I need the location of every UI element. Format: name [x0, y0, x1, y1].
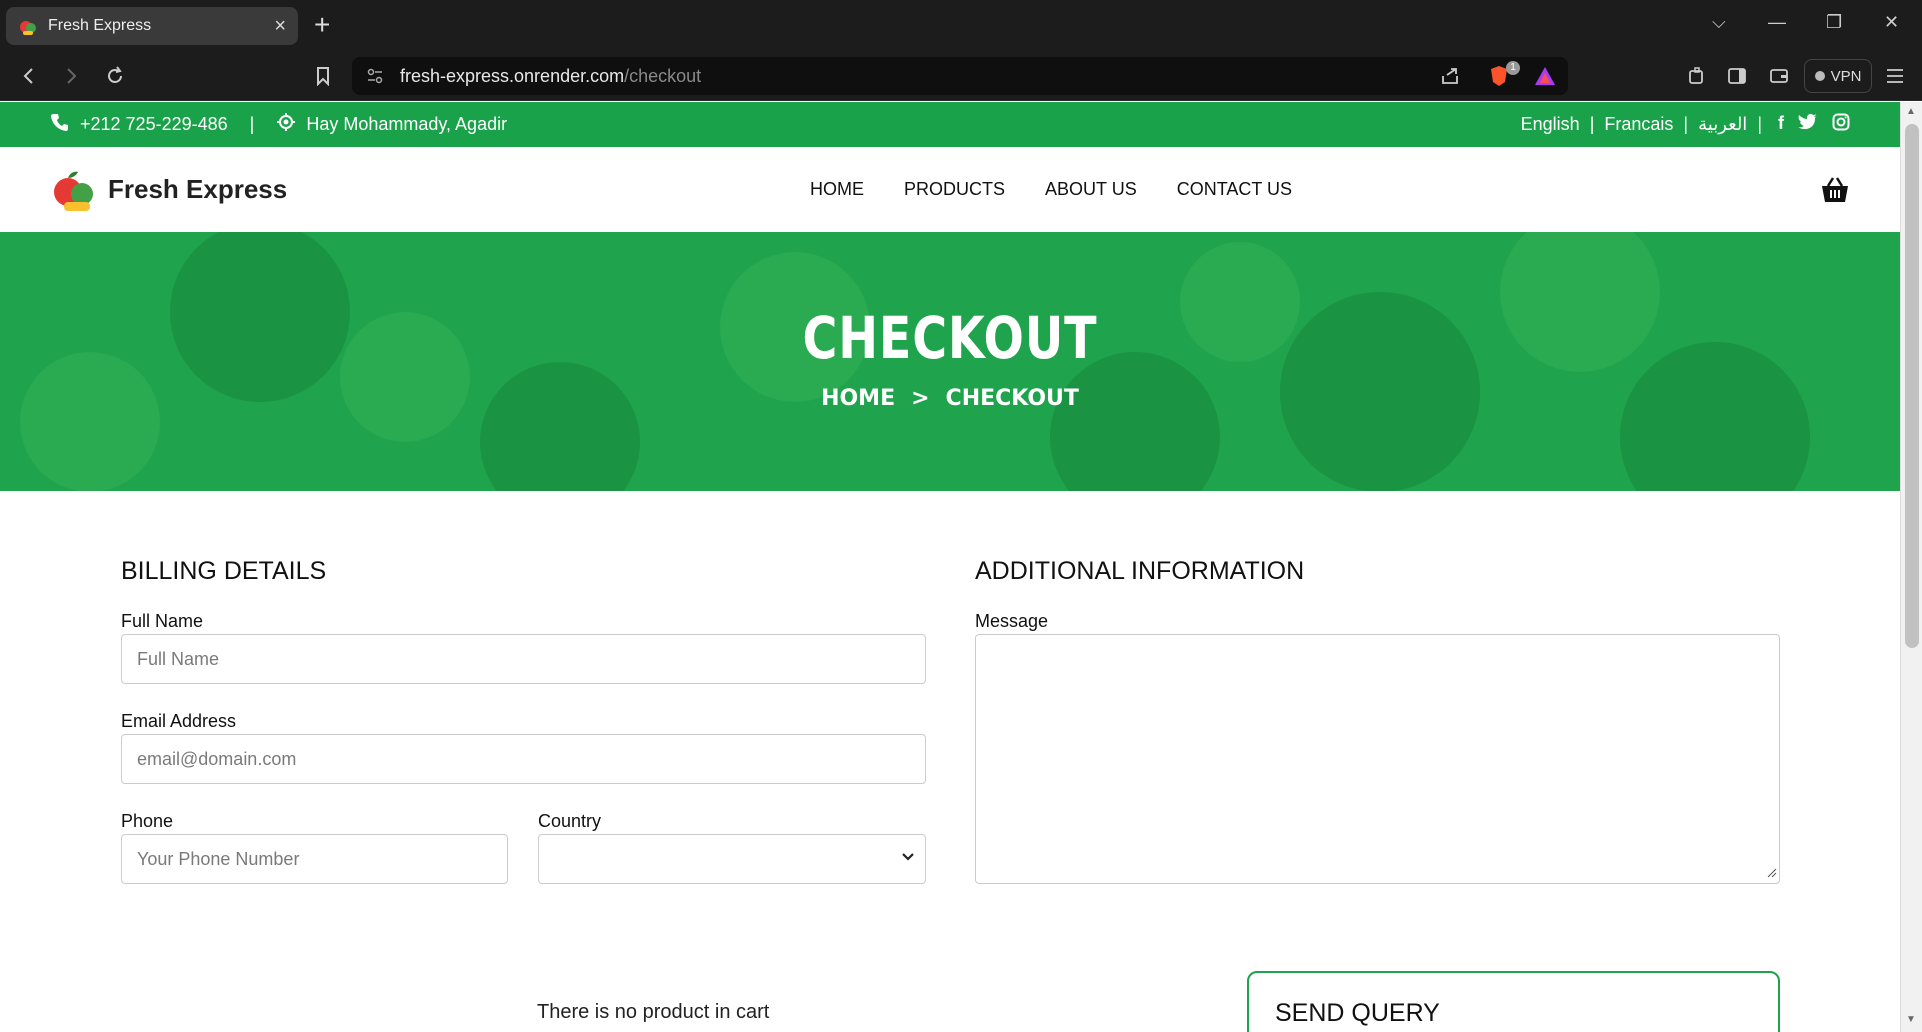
breadcrumb: HOME > CHECKOUT — [0, 386, 1900, 411]
bookmark-icon[interactable] — [310, 63, 336, 89]
instagram-icon[interactable] — [1832, 113, 1850, 136]
location-icon — [276, 112, 296, 137]
url-text: fresh-express.onrender.com/checkout — [400, 66, 701, 87]
url-host: fresh-express.onrender.com — [400, 66, 625, 86]
new-tab-icon[interactable]: + — [314, 10, 330, 40]
vpn-status-icon — [1814, 71, 1825, 81]
phone-link[interactable]: +212 725-229-486 — [80, 114, 228, 135]
top-info-bar: +212 725-229-486 | Hay Mohammady, Agadir… — [0, 102, 1900, 147]
restore-icon[interactable]: ❐ — [1826, 12, 1842, 33]
send-query-heading: SEND QUERY — [1275, 999, 1440, 1027]
brand-home-link[interactable]: Fresh Express — [50, 168, 287, 212]
browser-toolbar: fresh-express.onrender.com/checkout 1 VP… — [0, 51, 1922, 101]
twitter-icon[interactable] — [1798, 113, 1818, 136]
divider: | — [1589, 114, 1595, 134]
nav-contact-us[interactable]: CONTACT US — [1177, 179, 1292, 200]
brave-rewards-icon[interactable] — [1534, 65, 1556, 92]
breadcrumb-current: CHECKOUT — [945, 386, 1079, 411]
shield-count-badge: 1 — [1506, 61, 1520, 75]
share-icon[interactable] — [1440, 66, 1460, 91]
country-label: Country — [538, 811, 602, 831]
phone-input[interactable]: Your Phone Number — [121, 834, 508, 884]
nav-about-us[interactable]: ABOUT US — [1045, 179, 1137, 200]
site-settings-icon[interactable] — [366, 67, 384, 90]
back-icon[interactable] — [16, 63, 42, 89]
minimize-icon[interactable]: — — [1768, 12, 1786, 33]
nav-menu: HOME PRODUCTS ABOUT US CONTACT US — [810, 147, 1292, 232]
facebook-icon[interactable]: f — [1778, 113, 1784, 136]
scroll-up-icon[interactable]: ▲ — [1906, 106, 1916, 117]
email-label: Email Address — [121, 711, 237, 731]
language-francais[interactable]: Francais — [1604, 114, 1673, 135]
country-select[interactable] — [538, 834, 926, 884]
nav-products[interactable]: PRODUCTS — [904, 179, 1005, 200]
phone-icon — [50, 112, 70, 137]
address-bar[interactable]: fresh-express.onrender.com/checkout 1 — [352, 57, 1568, 95]
message-label: Message — [975, 611, 1049, 631]
checkout-content: BILLING DETAILS Full Name Full Name Emai… — [0, 491, 1900, 1032]
browser-tab-bar: Fresh Express × + ⌵ — ❐ ✕ — [0, 0, 1922, 51]
resize-handle-icon[interactable] — [1767, 868, 1777, 881]
breadcrumb-separator: > — [911, 386, 930, 411]
tab-list-chevron-icon[interactable]: ⌵ — [1712, 12, 1726, 33]
language-english[interactable]: English — [1521, 114, 1580, 135]
main-navbar: Fresh Express HOME PRODUCTS ABOUT US CON… — [0, 147, 1900, 232]
divider: | — [1683, 114, 1689, 134]
extensions-icon[interactable] — [1684, 63, 1710, 89]
additional-information-heading: ADDITIONAL INFORMATION — [975, 557, 1305, 585]
breadcrumb-home[interactable]: HOME — [821, 386, 895, 411]
nav-home[interactable]: HOME — [810, 179, 864, 200]
divider: | — [1757, 114, 1762, 134]
menu-icon[interactable] — [1882, 63, 1908, 89]
vpn-button[interactable]: VPN — [1804, 59, 1872, 93]
forward-icon[interactable] — [58, 63, 84, 89]
web-page: +212 725-229-486 | Hay Mohammady, Agadir… — [0, 102, 1900, 1032]
reload-icon[interactable] — [102, 63, 128, 89]
browser-tab[interactable]: Fresh Express × — [6, 7, 298, 45]
full-name-input[interactable]: Full Name — [121, 634, 926, 684]
billing-details-heading: BILLING DETAILS — [121, 557, 327, 585]
produce-background-shape — [480, 362, 640, 491]
chevron-down-icon — [901, 849, 915, 867]
brand-name: Fresh Express — [108, 174, 288, 204]
close-window-icon[interactable]: ✕ — [1884, 12, 1899, 33]
produce-background-shape — [20, 352, 160, 491]
full-name-label: Full Name — [121, 611, 204, 631]
scroll-down-icon[interactable]: ▼ — [1906, 1014, 1916, 1025]
send-query-card: SEND QUERY — [1247, 971, 1780, 1032]
url-path: /checkout — [624, 66, 702, 86]
address-text: Hay Mohammady, Agadir — [306, 114, 508, 134]
produce-background-shape — [1050, 352, 1220, 491]
vpn-label: VPN — [1830, 67, 1862, 85]
page-title: CHECKOUT — [802, 304, 1098, 372]
phone-label: Phone — [121, 811, 174, 831]
fruit-favicon-icon — [18, 16, 38, 36]
sidebar-icon[interactable] — [1724, 63, 1750, 89]
fruit-basket-logo-icon — [50, 168, 98, 212]
scrollbar-thumb[interactable] — [1905, 124, 1919, 648]
checkout-hero-banner: CHECKOUT HOME > CHECKOUT — [0, 232, 1900, 491]
shopping-basket-icon[interactable] — [1820, 175, 1850, 205]
tab-title: Fresh Express — [48, 17, 152, 34]
email-input[interactable]: email@domain.com — [121, 734, 926, 784]
empty-cart-message: There is no product in cart — [537, 1001, 770, 1023]
tab-close-icon[interactable]: × — [274, 16, 286, 36]
language-arabic[interactable]: العربية — [1698, 114, 1747, 135]
wallet-icon[interactable] — [1766, 63, 1792, 89]
divider: | — [249, 114, 255, 134]
message-textarea[interactable] — [975, 634, 1780, 884]
page-scrollbar[interactable]: ▲ ▼ — [1900, 102, 1922, 1032]
